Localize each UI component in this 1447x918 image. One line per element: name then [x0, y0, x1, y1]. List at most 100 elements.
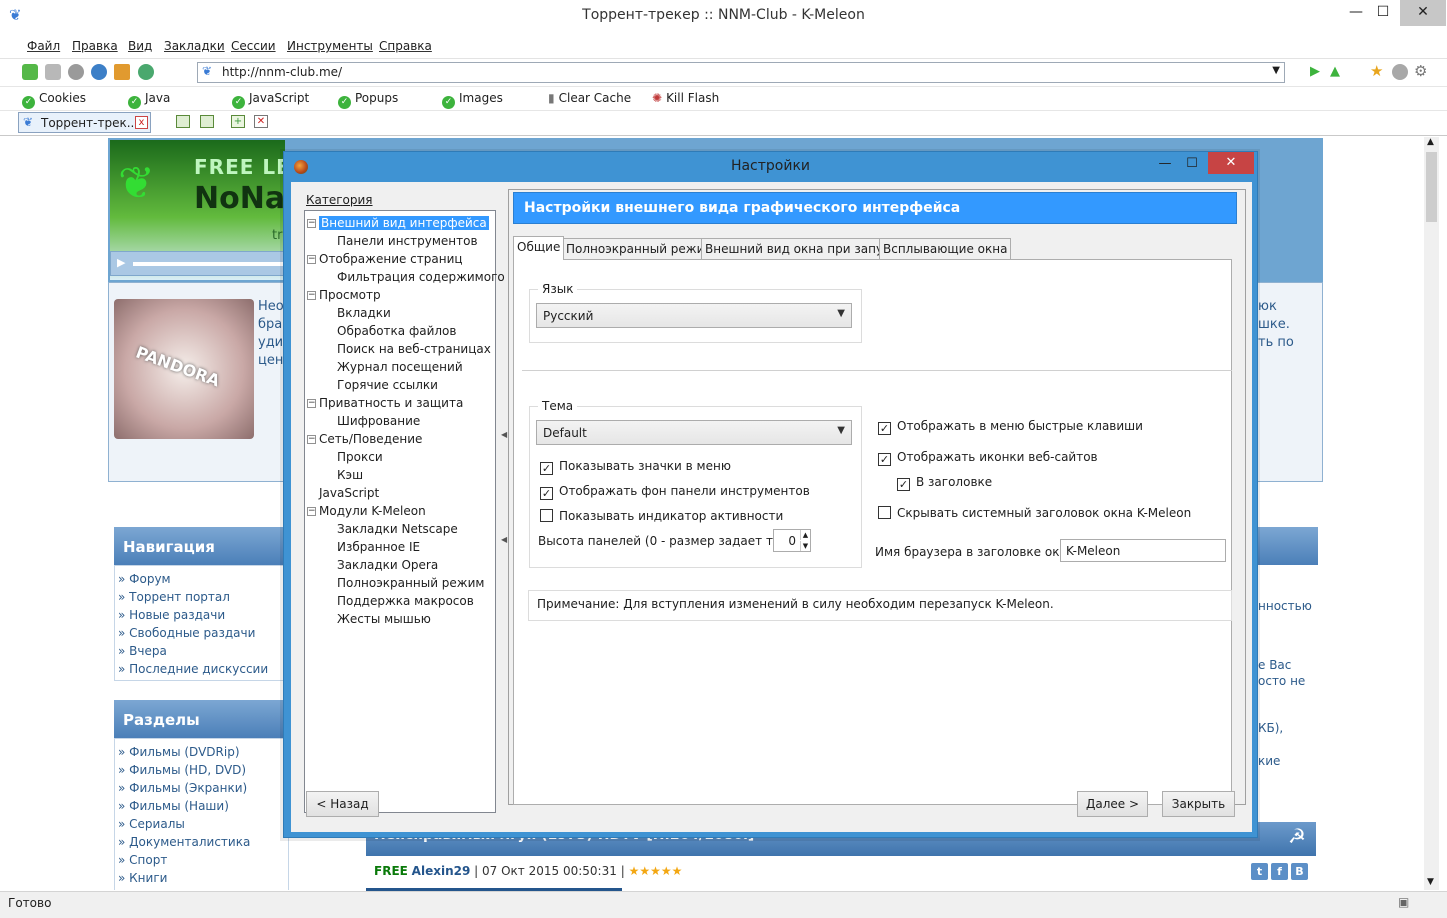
panel-height-spinner[interactable]: 0 ▲ ▼	[773, 529, 811, 552]
chevron-left-icon[interactable]: ◀	[501, 535, 507, 544]
section-link[interactable]: » Фильмы (Наши)	[118, 799, 229, 813]
chevron-down-icon[interactable]: ▼	[1272, 65, 1280, 76]
go-icon[interactable]: ▶	[1310, 64, 1320, 79]
checkbox-icon[interactable]: ✓	[878, 453, 891, 466]
close-tab-icon[interactable]: ✕	[254, 115, 268, 128]
address-bar[interactable]: ❦ http://nnm-club.me/ ▼	[197, 62, 1285, 83]
checkbox-icon[interactable]: ✓	[897, 478, 910, 491]
section-link[interactable]: » Документалистика	[118, 835, 250, 849]
tree-item[interactable]: Вкладки	[337, 306, 391, 320]
spin-down-icon[interactable]: ▼	[800, 541, 810, 551]
next-button[interactable]: Далее >	[1077, 791, 1148, 817]
tab-popups[interactable]: Всплывающие окна	[879, 238, 1012, 259]
back-button[interactable]: < Назад	[306, 791, 379, 817]
tree-item[interactable]: Полноэкранный режим	[337, 576, 484, 590]
chevron-left-icon[interactable]: ◀	[501, 430, 507, 439]
checkbox-hide-system-title[interactable]: Скрывать системный заголовок окна K-Mele…	[878, 506, 1191, 520]
tree-item[interactable]: Прокси	[337, 450, 383, 464]
menu-edit[interactable]: Правка	[72, 39, 118, 53]
globe-icon[interactable]	[138, 64, 154, 80]
tree-item[interactable]: Поиск на веб-страницах	[337, 342, 491, 356]
dialog-close-button[interactable]: ✕	[1208, 152, 1254, 174]
menu-file[interactable]: Файл	[27, 39, 60, 53]
minimize-button[interactable]: —	[1341, 0, 1371, 26]
player-progress[interactable]	[133, 262, 283, 266]
audio-player[interactable]: ▶	[110, 251, 285, 276]
stop-icon[interactable]	[68, 64, 84, 80]
advert-text-right[interactable]: юк шке. ть по	[1258, 298, 1294, 352]
menu-help[interactable]: Справка	[379, 39, 432, 53]
tree-item[interactable]: Внешний вид интерфейса	[319, 216, 489, 230]
nav-link[interactable]: » Последние дискуссии	[118, 662, 268, 676]
up-icon[interactable]: ▲	[1330, 64, 1340, 79]
tree-item[interactable]: Просмотр	[319, 288, 381, 302]
vk-icon[interactable]: B	[1291, 863, 1308, 880]
tab-close-button[interactable]: x	[135, 116, 148, 129]
twitter-icon[interactable]: t	[1251, 863, 1268, 880]
close-dialog-button[interactable]: Закрыть	[1162, 791, 1235, 817]
tree-item[interactable]: Жесты мышью	[337, 612, 431, 626]
nav-link[interactable]: » Свободные раздачи	[118, 626, 255, 640]
clear-cache-button[interactable]: ▮ Clear Cache	[548, 91, 631, 105]
tree-item[interactable]: Кэш	[337, 468, 363, 482]
tree-item[interactable]: Фильтрация содержимого	[337, 270, 505, 284]
checkbox-icon[interactable]: ✓	[540, 462, 553, 475]
back-icon[interactable]	[22, 64, 38, 80]
dialog-maximize-button[interactable]: ☐	[1177, 154, 1207, 176]
section-link[interactable]: » Спорт	[118, 853, 167, 867]
tree-item[interactable]: Закладки Opera	[337, 558, 438, 572]
tree-item[interactable]: Горячие ссылки	[337, 378, 438, 392]
menu-view[interactable]: Вид	[128, 39, 152, 53]
menu-tools[interactable]: Инструменты	[287, 39, 373, 53]
nav-link[interactable]: » Торрент портал	[118, 590, 230, 604]
tab-icon-2[interactable]	[200, 115, 214, 128]
tree-item[interactable]: Сеть/Поведение	[319, 432, 422, 446]
tree-item[interactable]: Журнал посещений	[337, 360, 463, 374]
pane-splitter[interactable]: ◀ ◀	[501, 430, 507, 550]
nav-link[interactable]: » Форум	[118, 572, 171, 586]
scroll-up-icon[interactable]: ▲	[1427, 137, 1434, 147]
checkbox-icon[interactable]	[540, 509, 553, 522]
menu-sessions[interactable]: Сессии	[231, 39, 276, 53]
scrollbar-thumb[interactable]	[1426, 152, 1437, 222]
tree-item[interactable]: Панели инструментов	[337, 234, 478, 248]
tab-icon-1[interactable]	[176, 115, 190, 128]
browser-name-input[interactable]: K-Meleon	[1060, 539, 1226, 562]
tree-item[interactable]: Закладки Netscape	[337, 522, 458, 536]
checkbox-site-icons[interactable]: ✓ Отображать иконки веб-сайтов	[878, 450, 1098, 466]
home-icon[interactable]	[114, 64, 130, 80]
kill-flash-button[interactable]: ✺ Kill Flash	[652, 91, 719, 105]
scroll-down-icon[interactable]: ▼	[1427, 877, 1434, 887]
play-icon[interactable]: ▶	[117, 256, 125, 269]
tree-item[interactable]: Избранное IE	[337, 540, 420, 554]
maximize-button[interactable]: ☐	[1368, 0, 1398, 26]
checkbox-icon[interactable]	[878, 506, 891, 519]
clock-icon[interactable]	[1392, 64, 1408, 80]
dialog-minimize-button[interactable]: —	[1150, 154, 1180, 176]
bookmark-star-icon[interactable]: ★	[1370, 62, 1383, 80]
toggle-cookies[interactable]: ✓ Cookies	[22, 91, 86, 109]
checkbox-toolbar-bg[interactable]: ✓ Отображать фон панели инструментов	[540, 484, 810, 500]
tab-general[interactable]: Общие	[513, 236, 565, 260]
tab-window-startup[interactable]: Внешний вид окна при запуске	[701, 238, 909, 259]
tree-item[interactable]: Шифрование	[337, 414, 420, 428]
toggle-java[interactable]: ✓ Java	[128, 91, 170, 109]
tree-collapse-icon[interactable]: −	[307, 435, 316, 444]
tree-item[interactable]: Отображение страниц	[319, 252, 463, 266]
checkbox-activity-indicator[interactable]: Показывать индикатор активности	[540, 509, 783, 523]
toggle-images[interactable]: ✓ Images	[442, 91, 503, 109]
tree-item[interactable]: Обработка файлов	[337, 324, 456, 338]
spin-up-icon[interactable]: ▲	[800, 530, 810, 540]
checkbox-menu-shortcuts[interactable]: ✓ Отображать в меню быстрые клавиши	[878, 419, 1143, 435]
theme-select[interactable]: Default ▼	[536, 420, 852, 445]
toggle-javascript[interactable]: ✓ JavaScript	[232, 91, 309, 109]
checkbox-icon[interactable]: ✓	[878, 422, 891, 435]
menu-bookmarks[interactable]: Закладки	[164, 39, 225, 53]
nav-link[interactable]: » Вчера	[118, 644, 167, 658]
close-button[interactable]: ✕	[1400, 0, 1446, 26]
tree-item[interactable]: JavaScript	[319, 486, 379, 500]
checkbox-in-title[interactable]: ✓ В заголовке	[897, 475, 992, 491]
facebook-icon[interactable]: f	[1271, 863, 1288, 880]
tree-item[interactable]: Модули K-Meleon	[319, 504, 426, 518]
tree-collapse-icon[interactable]: −	[307, 291, 316, 300]
